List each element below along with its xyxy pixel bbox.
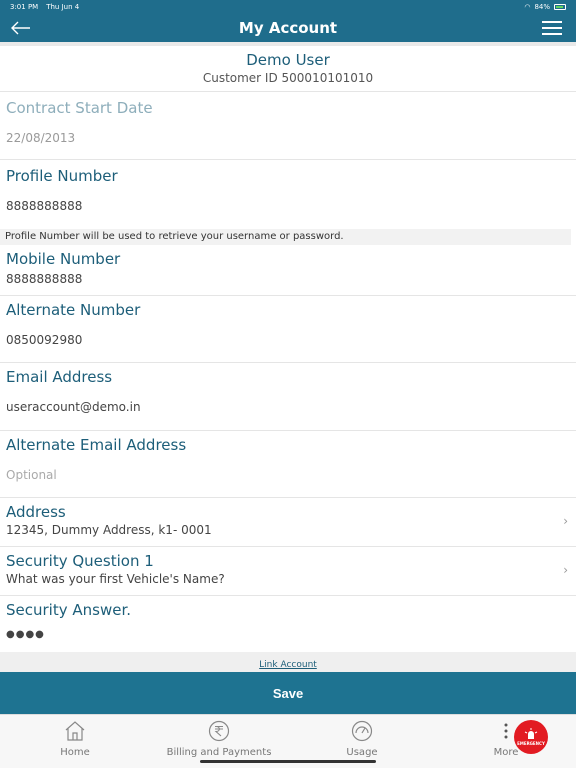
mobile-number-field[interactable]: Mobile Number 8888888888 <box>0 245 576 296</box>
menu-icon-line <box>542 33 562 35</box>
contract-start-label: Contract Start Date <box>6 99 153 117</box>
contract-start-value: 22/08/2013 <box>6 131 76 145</box>
account-name: Demo User <box>246 51 330 69</box>
back-button[interactable] <box>10 17 32 39</box>
alternate-number-label: Alternate Number <box>6 301 141 319</box>
status-bar: 3:01 PM Thu Jun 4 ◠ 84% <box>0 0 576 13</box>
tab-usage-label: Usage <box>346 747 378 758</box>
account-header: Demo User Customer ID 500010101010 <box>0 46 576 92</box>
profile-number-field[interactable]: Profile Number 8888888888 <box>0 161 576 229</box>
rupee-icon <box>207 719 231 743</box>
email-label: Email Address <box>6 368 113 386</box>
contract-start-field: Contract Start Date 22/08/2013 <box>0 93 576 160</box>
security-question-field[interactable]: Security Question 1 What was your first … <box>0 547 576 596</box>
back-arrow-icon <box>11 21 30 35</box>
wifi-icon: ◠ <box>524 2 531 11</box>
battery-percent: 84% <box>534 2 550 11</box>
gauge-icon <box>350 719 374 743</box>
tab-usage[interactable]: Usage <box>332 719 392 758</box>
tab-billing-label: Billing and Payments <box>166 747 272 758</box>
tab-home[interactable]: Home <box>45 719 105 758</box>
alt-email-input[interactable]: Optional <box>6 468 576 482</box>
profile-number-hint: Profile Number will be used to retrieve … <box>0 229 571 245</box>
status-time: 3:01 PM <box>10 2 39 11</box>
email-field[interactable]: Email Address useraccount@demo.in <box>0 363 576 431</box>
mobile-number-value[interactable]: 8888888888 <box>6 272 576 286</box>
address-field[interactable]: Address 12345, Dummy Address, k1- 0001 › <box>0 498 576 547</box>
profile-number-value[interactable]: 8888888888 <box>6 199 576 213</box>
customer-id: Customer ID 500010101010 <box>202 71 374 85</box>
home-indicator <box>200 760 376 763</box>
menu-icon-line <box>542 27 562 29</box>
alt-email-field[interactable]: Alternate Email Address Optional <box>0 431 576 498</box>
home-icon <box>63 719 87 743</box>
status-date: Thu Jun 4 <box>46 2 80 11</box>
security-question-value: What was your first Vehicle's Name? <box>6 572 225 586</box>
address-label: Address <box>6 503 66 521</box>
profile-number-label: Profile Number <box>6 167 118 185</box>
menu-icon-line <box>542 21 562 23</box>
alarm-icon <box>524 728 538 739</box>
chevron-right-icon: › <box>563 563 568 577</box>
emergency-button[interactable]: EMERGENCY <box>514 720 548 754</box>
security-question-label: Security Question 1 <box>6 552 154 570</box>
alternate-number-value[interactable]: 0850092980 <box>6 333 576 347</box>
email-value[interactable]: useraccount@demo.in <box>6 400 576 414</box>
alternate-number-field[interactable]: Alternate Number 0850092980 <box>0 296 576 363</box>
chevron-right-icon: › <box>563 514 568 528</box>
mobile-number-label: Mobile Number <box>6 250 121 268</box>
security-answer-label: Security Answer. <box>6 601 132 619</box>
link-account-row: Link Account <box>0 652 576 672</box>
tab-more-label: More <box>493 747 519 758</box>
link-account-link[interactable]: Link Account <box>259 660 317 670</box>
security-answer-input[interactable]: ●●●● <box>6 629 576 640</box>
emergency-label: EMERGENCY <box>517 741 545 746</box>
nav-bar: My Account <box>0 13 576 42</box>
page-title: My Account <box>238 18 338 37</box>
save-button[interactable]: Save <box>0 672 576 714</box>
security-answer-field[interactable]: Security Answer. ●●●● <box>0 596 576 652</box>
address-value: 12345, Dummy Address, k1- 0001 <box>6 523 212 537</box>
tab-billing[interactable]: Billing and Payments <box>160 719 278 758</box>
alt-email-label: Alternate Email Address <box>6 436 187 454</box>
battery-icon <box>554 3 566 10</box>
menu-button[interactable] <box>542 19 562 37</box>
status-right: ◠ 84% <box>524 3 566 11</box>
tab-home-label: Home <box>60 747 90 758</box>
